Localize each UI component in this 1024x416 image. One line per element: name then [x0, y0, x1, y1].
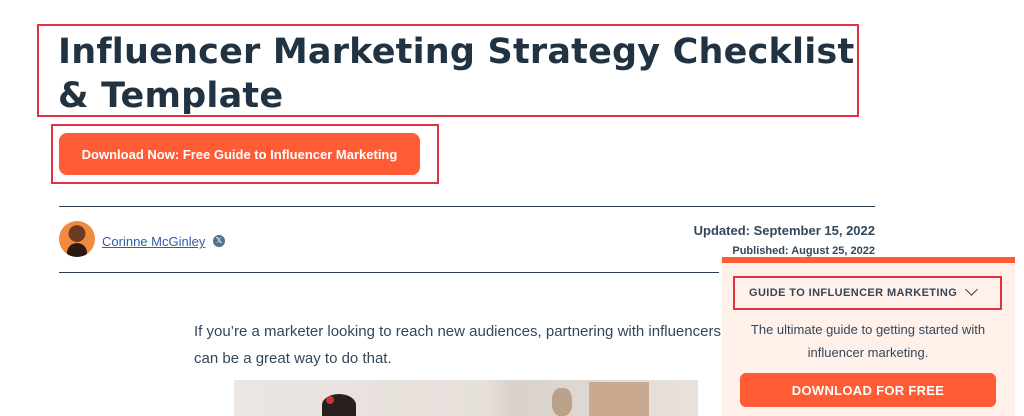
divider-bottom	[59, 272, 719, 273]
card-heading-toggle[interactable]: GUIDE TO INFLUENCER MARKETING	[749, 287, 957, 299]
article-intro: If you’re a marketer looking to reach ne…	[194, 323, 721, 367]
published-date: Published: August 25, 2022	[732, 245, 875, 257]
page-title: Influencer Marketing Strategy Checklist …	[58, 32, 855, 116]
download-guide-button[interactable]: Download Now: Free Guide to Influencer M…	[59, 133, 420, 175]
x-social-icon[interactable]: 𝕏	[213, 235, 225, 247]
divider-top	[59, 206, 875, 207]
card-description: The ultimate guide to getting started wi…	[750, 322, 986, 360]
author-name-link[interactable]: Corinne McGinley	[102, 234, 205, 249]
article-hero-image	[234, 380, 698, 416]
download-for-free-button[interactable]: DOWNLOAD FOR FREE	[740, 373, 996, 407]
updated-date: Updated: September 15, 2022	[693, 223, 875, 238]
author-avatar[interactable]	[59, 221, 95, 257]
